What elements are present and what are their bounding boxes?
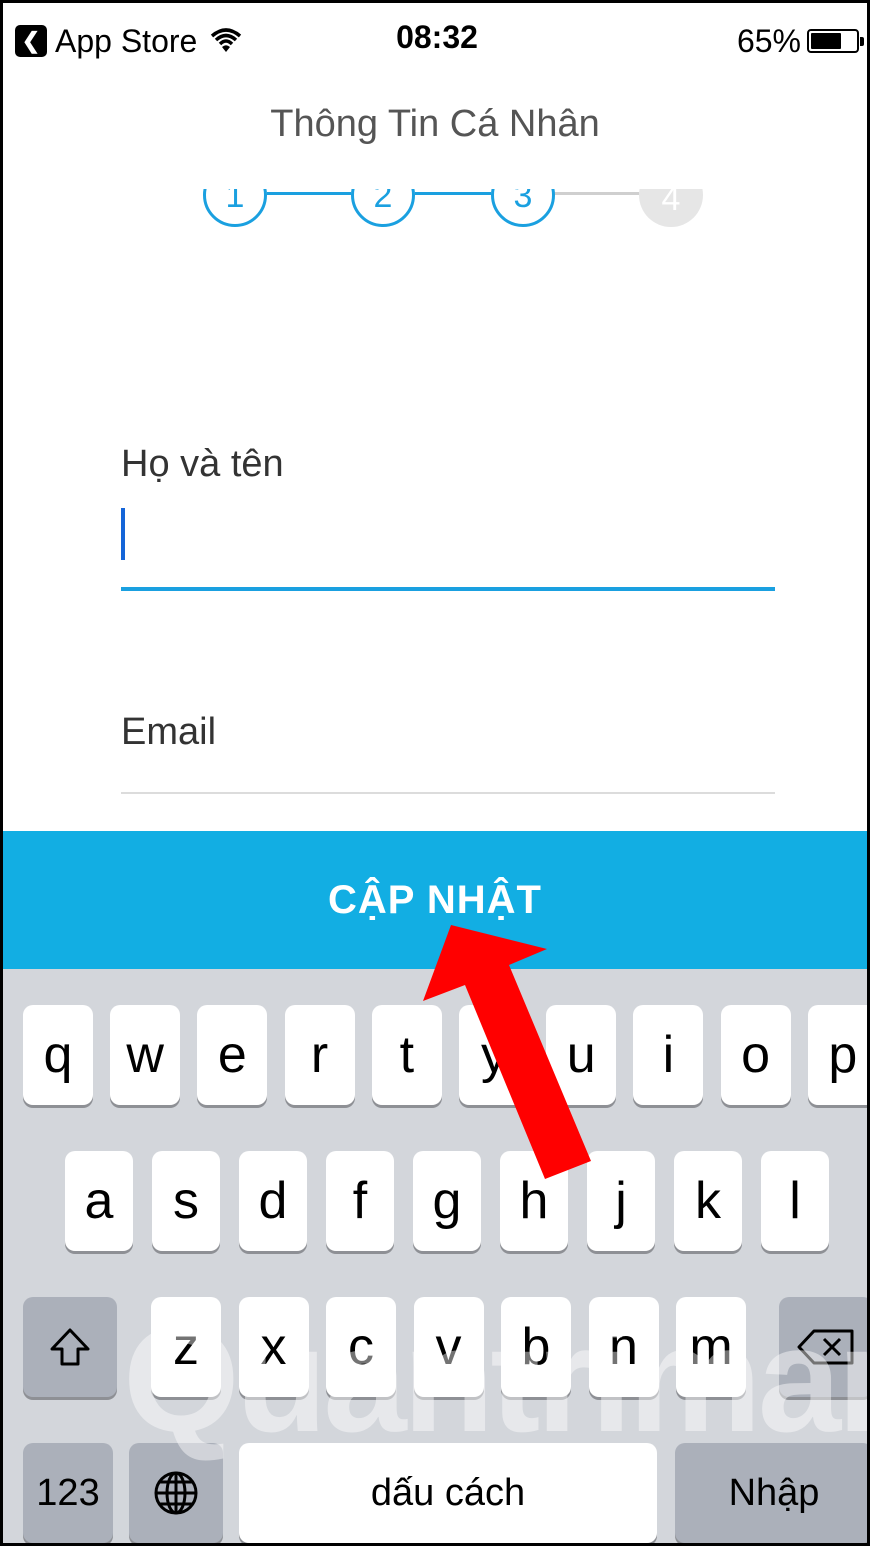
key-x[interactable]: x	[238, 1297, 309, 1397]
key-u[interactable]: u	[546, 1005, 617, 1105]
key-j[interactable]: j	[587, 1151, 655, 1251]
key-s[interactable]: s	[152, 1151, 220, 1251]
key-e[interactable]: e	[197, 1005, 268, 1105]
text-caret	[121, 508, 125, 560]
space-key[interactable]: dấu cách	[239, 1443, 657, 1543]
status-bar: ❮ App Store 08:32 65%	[15, 17, 864, 65]
delete-key[interactable]	[779, 1297, 867, 1397]
key-g[interactable]: g	[413, 1151, 481, 1251]
key-q[interactable]: q	[23, 1005, 93, 1105]
globe-icon	[154, 1471, 198, 1515]
key-r[interactable]: r	[284, 1005, 355, 1105]
return-key[interactable]: Nhập	[675, 1443, 867, 1543]
keyboard: qwertyuiop asdfghjkl zxcvbnm 123 dấu các…	[3, 969, 867, 1543]
key-v[interactable]: v	[413, 1297, 484, 1397]
key-i[interactable]: i	[633, 1005, 704, 1105]
battery-icon	[807, 29, 864, 53]
key-f[interactable]: f	[326, 1151, 394, 1251]
shift-icon	[50, 1328, 90, 1366]
key-y[interactable]: y	[459, 1005, 529, 1105]
name-input-underline	[121, 587, 775, 591]
step-connector	[415, 192, 491, 195]
email-input[interactable]	[121, 748, 775, 792]
key-h[interactable]: h	[500, 1151, 568, 1251]
key-t[interactable]: t	[371, 1005, 442, 1105]
key-k[interactable]: k	[674, 1151, 742, 1251]
key-l[interactable]: l	[761, 1151, 829, 1251]
numbers-key[interactable]: 123	[23, 1443, 113, 1543]
phone-screen: ❮ App Store 08:32 65% Thông Tin Cá Nhân …	[0, 0, 870, 1546]
page-title: Thông Tin Cá Nhân	[270, 103, 600, 145]
back-to-app-store-icon[interactable]: ❮	[15, 25, 47, 57]
back-app-label[interactable]: App Store	[55, 23, 197, 60]
key-m[interactable]: m	[676, 1297, 746, 1397]
key-a[interactable]: a	[65, 1151, 133, 1251]
step-connector	[555, 192, 639, 195]
battery-percent: 65%	[736, 22, 801, 59]
key-z[interactable]: z	[151, 1297, 221, 1397]
name-label: Họ và tên	[121, 443, 284, 485]
key-c[interactable]: c	[326, 1297, 396, 1397]
key-d[interactable]: d	[239, 1151, 307, 1251]
stepper-clip	[153, 153, 753, 189]
name-input[interactable]	[121, 503, 775, 587]
globe-key[interactable]	[129, 1443, 223, 1543]
key-p[interactable]: p	[807, 1005, 867, 1105]
update-button[interactable]: CẬP NHẬT	[3, 831, 867, 969]
step-connector	[267, 192, 351, 195]
battery-group: 65%	[736, 22, 864, 60]
key-n[interactable]: n	[588, 1297, 659, 1397]
email-input-underline	[121, 792, 775, 794]
key-b[interactable]: b	[501, 1297, 571, 1397]
key-w[interactable]: w	[110, 1005, 181, 1105]
key-o[interactable]: o	[720, 1005, 791, 1105]
wifi-icon	[211, 28, 242, 52]
shift-key[interactable]	[23, 1297, 117, 1397]
backspace-icon	[797, 1329, 854, 1365]
